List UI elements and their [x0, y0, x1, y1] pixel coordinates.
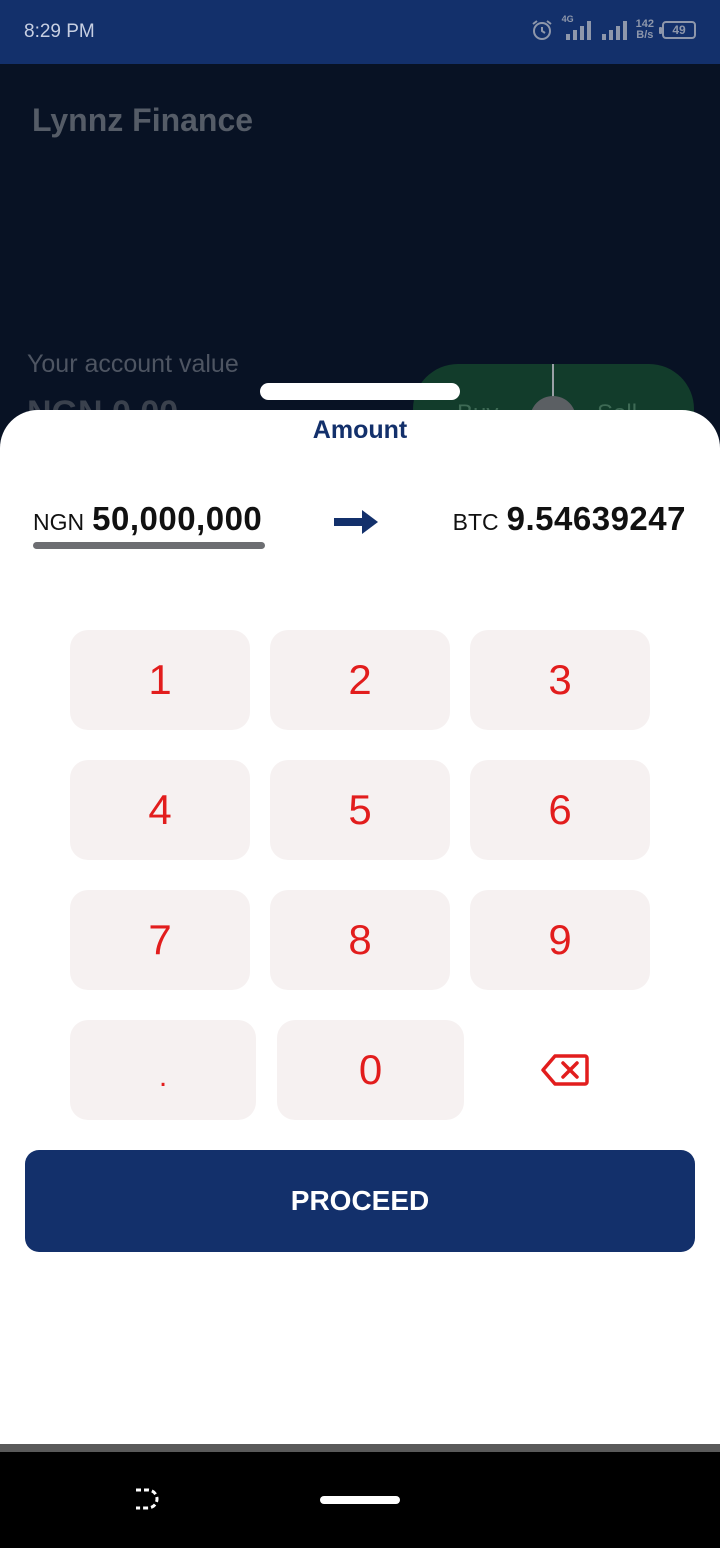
net-speed: 142 B/s	[636, 19, 654, 41]
battery-level: 49	[672, 23, 686, 37]
from-amount-field[interactable]: NGN 50,000,000	[33, 500, 262, 538]
toggle-divider	[552, 364, 554, 400]
key-1[interactable]: 1	[70, 630, 250, 730]
alarm-icon	[530, 18, 554, 42]
status-time: 8:29 PM	[24, 21, 95, 42]
arrow-right-icon	[332, 508, 380, 541]
nav-divider	[0, 1444, 720, 1452]
status-bar: 8:29 PM 4G 142 B/s 49	[0, 0, 720, 64]
signal-4g-icon: 4G	[562, 14, 592, 42]
key-3[interactable]: 3	[470, 630, 650, 730]
account-value-label: Your account value	[27, 350, 239, 378]
back-icon[interactable]	[130, 1484, 162, 1521]
key-5[interactable]: 5	[270, 760, 450, 860]
key-decimal[interactable]: .	[70, 1020, 256, 1120]
sheet-drag-handle[interactable]	[260, 383, 460, 400]
key-6[interactable]: 6	[470, 760, 650, 860]
backspace-button[interactable]	[530, 1050, 600, 1094]
to-currency: BTC	[452, 509, 499, 535]
navigation-bar	[0, 1452, 720, 1548]
home-pill[interactable]	[320, 1496, 400, 1504]
key-9[interactable]: 9	[470, 890, 650, 990]
net-speed-unit: B/s	[636, 29, 654, 41]
from-amount-value: 50,000,000	[92, 500, 263, 537]
key-0[interactable]: 0	[277, 1020, 464, 1120]
key-2[interactable]: 2	[270, 630, 450, 730]
from-currency: NGN	[33, 509, 85, 535]
status-icons: 4G 142 B/s 49	[530, 14, 696, 42]
amount-bottom-sheet: Amount NGN 50,000,000 BTC 9.54639247 1 2…	[0, 410, 720, 1444]
sheet-title: Amount	[312, 416, 408, 444]
to-amount-value: 9.54639247	[506, 500, 686, 537]
to-amount-display: BTC 9.54639247	[453, 500, 686, 538]
amount-underline	[33, 542, 265, 549]
network-type: 4G	[561, 14, 574, 24]
proceed-button[interactable]: PROCEED	[25, 1150, 695, 1252]
key-8[interactable]: 8	[270, 890, 450, 990]
key-7[interactable]: 7	[70, 890, 250, 990]
app-title: Lynnz Finance	[32, 102, 254, 138]
backspace-icon	[541, 1053, 589, 1092]
signal-icon	[600, 18, 628, 42]
battery-icon: 49	[659, 21, 696, 39]
key-4[interactable]: 4	[70, 760, 250, 860]
